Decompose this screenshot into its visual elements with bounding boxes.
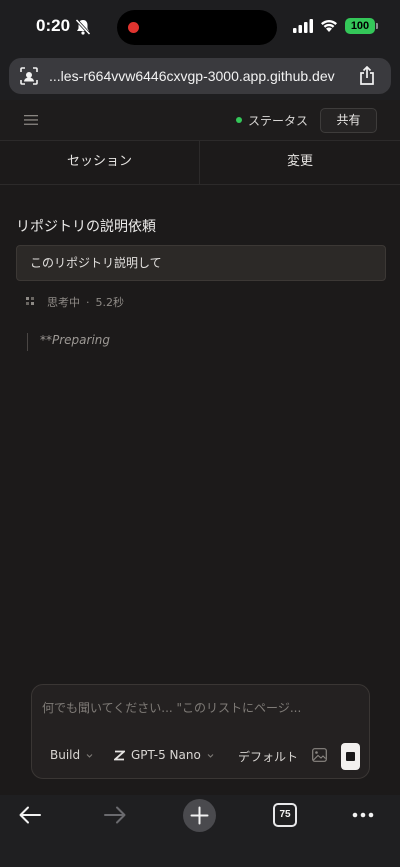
share-button[interactable]: 共有 bbox=[320, 108, 377, 133]
tab-switcher-button[interactable]: 75 bbox=[273, 803, 297, 827]
status-online-dot bbox=[236, 117, 242, 123]
session-tabs: セッション 変更 bbox=[0, 141, 400, 185]
back-arrow-icon[interactable] bbox=[18, 805, 42, 825]
thinking-separator: · bbox=[86, 296, 90, 309]
forward-arrow-icon[interactable] bbox=[103, 805, 127, 825]
variant-select[interactable]: デフォルト bbox=[238, 748, 298, 765]
user-message: このリポジトリ説明して bbox=[16, 245, 386, 281]
chevron-down-icon bbox=[207, 754, 214, 758]
app-header: ステータス 共有 bbox=[0, 100, 400, 141]
prompt-input[interactable] bbox=[42, 699, 360, 717]
tab-session[interactable]: セッション bbox=[0, 141, 200, 184]
battery-indicator: 100 bbox=[345, 18, 378, 34]
agent-mode-select[interactable]: Build bbox=[50, 748, 93, 762]
new-tab-button[interactable] bbox=[183, 799, 216, 832]
image-attach-icon[interactable] bbox=[312, 748, 327, 762]
thinking-time: 5.2秒 bbox=[95, 296, 125, 309]
tab-changes[interactable]: 変更 bbox=[200, 141, 400, 184]
status-time: 0:20 bbox=[36, 16, 71, 35]
chevron-down-icon bbox=[86, 754, 93, 758]
plus-icon bbox=[190, 806, 209, 825]
stop-icon bbox=[346, 752, 355, 761]
address-bar[interactable]: ...les-r664vvw6446cxvgp-3000.app.github.… bbox=[9, 58, 391, 94]
status-button[interactable]: ステータス bbox=[248, 112, 308, 129]
recording-indicator-icon bbox=[128, 22, 139, 33]
reasoning-divider bbox=[27, 333, 28, 351]
wifi-icon bbox=[321, 20, 337, 32]
thinking-label: 思考中 bbox=[47, 296, 80, 309]
model-select[interactable]: GPT-5 Nano bbox=[114, 748, 214, 762]
cellular-signal-icon bbox=[293, 19, 313, 33]
share-icon[interactable] bbox=[358, 66, 376, 86]
silent-bell-icon bbox=[75, 18, 91, 36]
reasoning-text: **Preparing bbox=[40, 333, 111, 347]
ios-status-bar: 0:20 100 bbox=[0, 0, 400, 52]
thinking-spinner-icon bbox=[26, 297, 34, 305]
agent-mode-label: Build bbox=[50, 748, 81, 762]
browser-address-area: ...les-r664vvw6446cxvgp-3000.app.github.… bbox=[0, 52, 400, 100]
stop-button[interactable] bbox=[341, 743, 360, 770]
url-text[interactable]: ...les-r664vvw6446cxvgp-3000.app.github.… bbox=[49, 58, 335, 94]
more-options-icon[interactable] bbox=[352, 812, 374, 818]
session-title: リポジトリの説明依頼 bbox=[16, 219, 156, 235]
page-settings-icon[interactable] bbox=[20, 67, 38, 85]
browser-toolbar: 75 bbox=[0, 795, 400, 867]
dynamic-island bbox=[117, 10, 277, 45]
thinking-status: 思考中 · 5.2秒 bbox=[47, 294, 124, 310]
menu-icon[interactable] bbox=[24, 114, 38, 126]
message-composer: Build GPT-5 Nano デフォルト bbox=[31, 684, 370, 779]
model-provider-icon bbox=[114, 750, 125, 761]
model-label: GPT-5 Nano bbox=[131, 748, 201, 762]
